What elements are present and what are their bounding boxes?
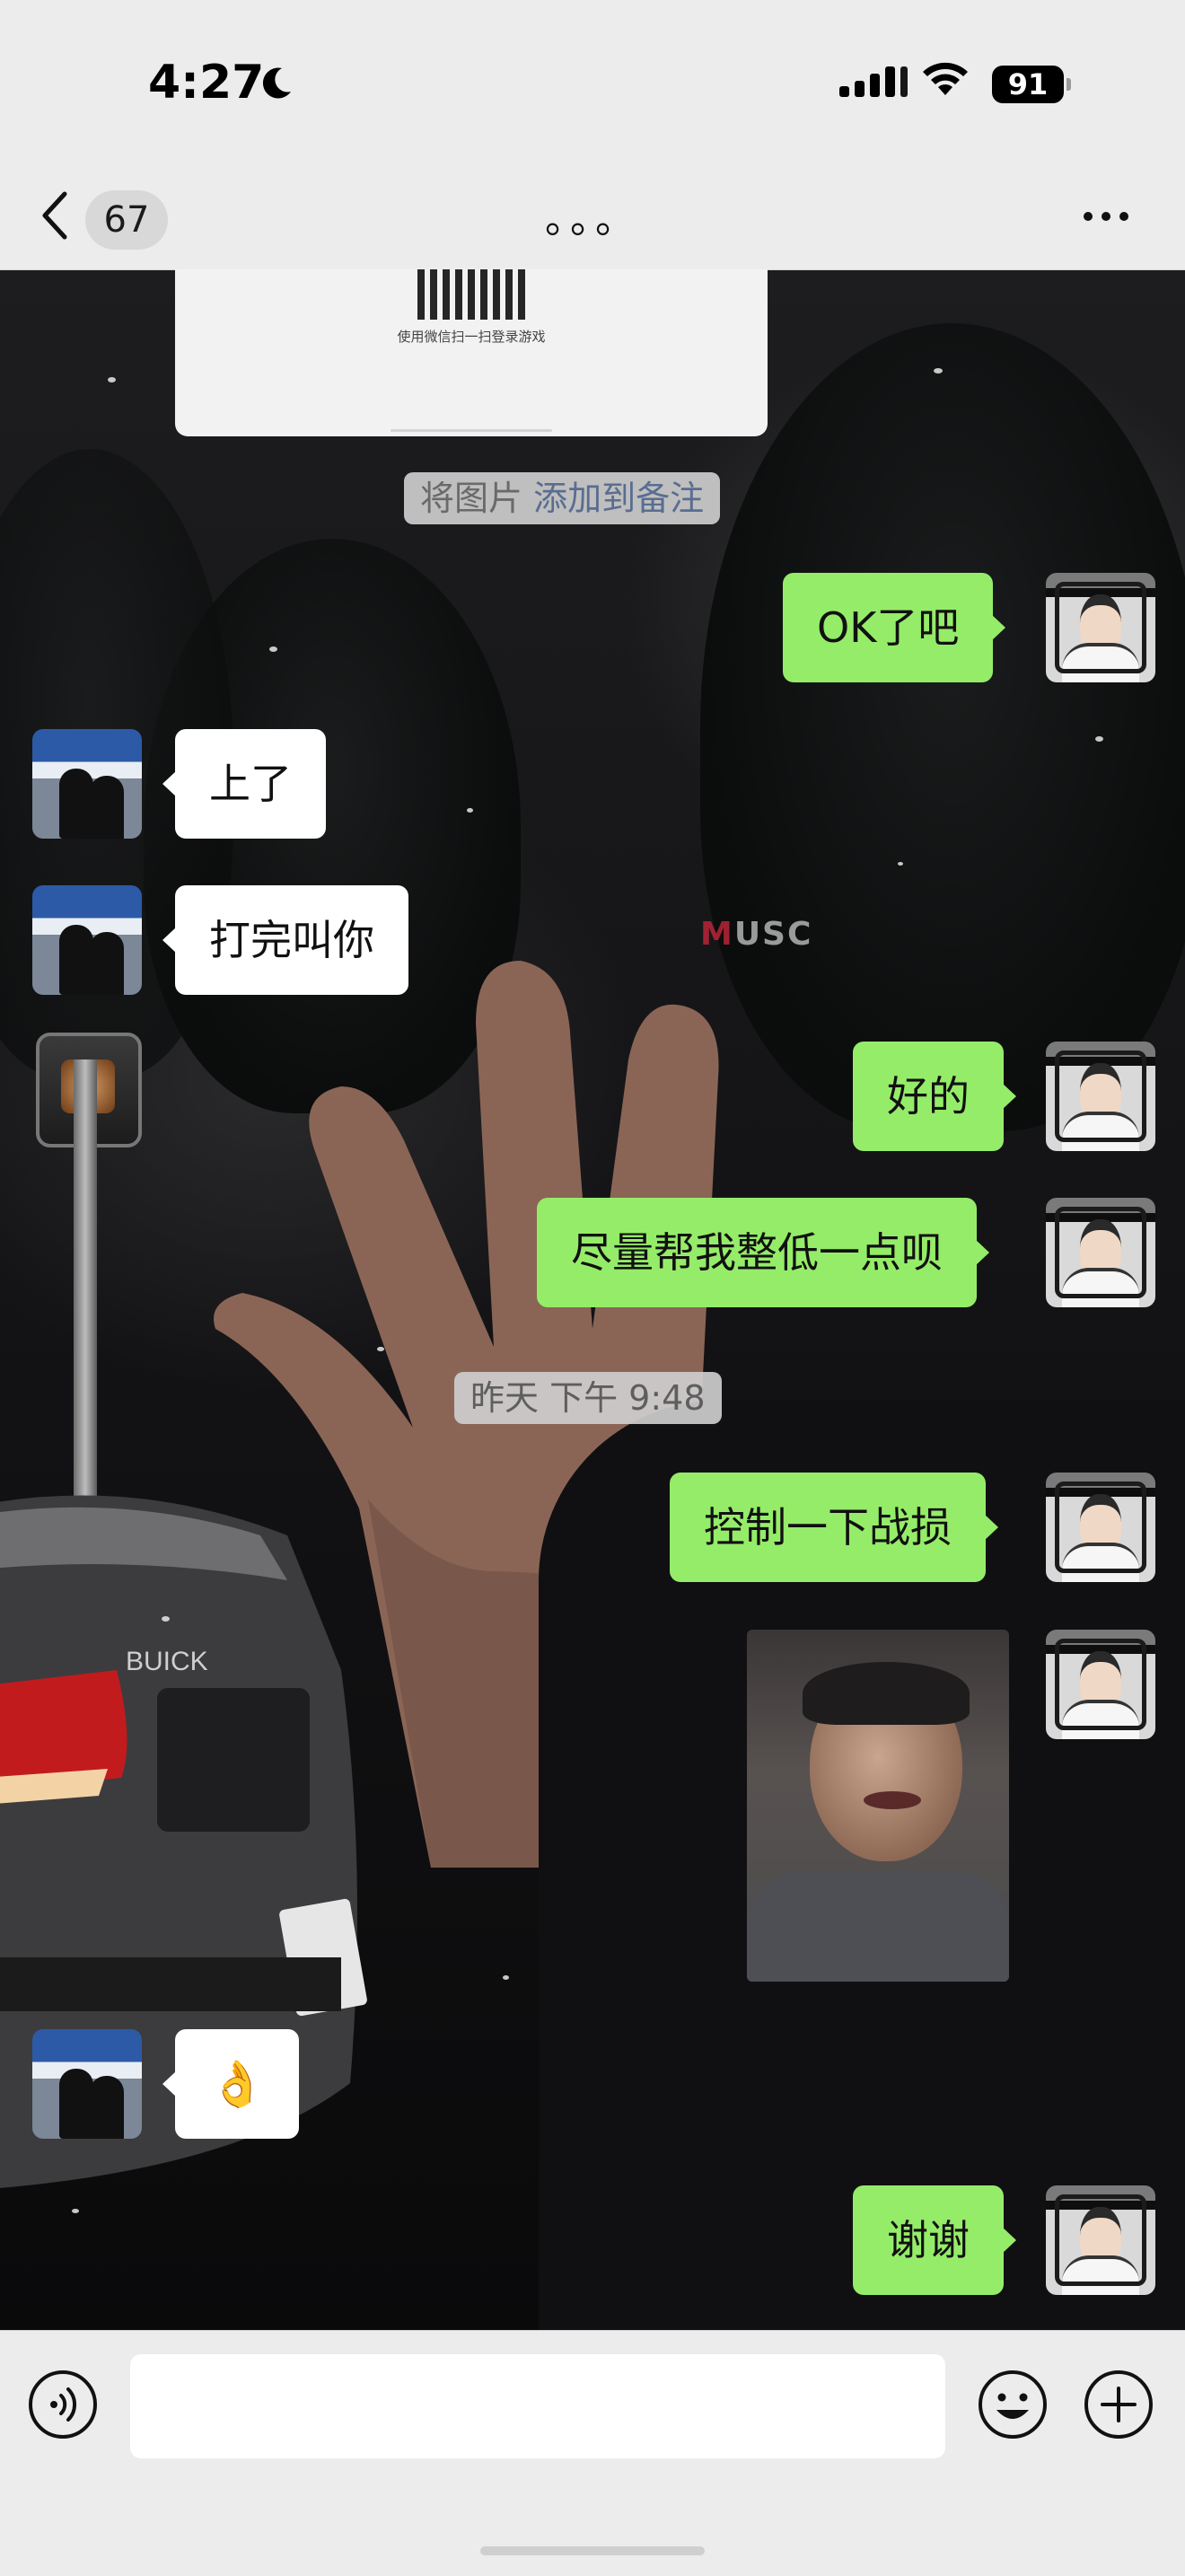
message-bubble-outgoing[interactable]: 好的 [853, 1042, 1016, 1151]
snowflake [269, 646, 277, 652]
my-avatar[interactable] [1046, 1630, 1155, 1739]
contact-avatar[interactable] [32, 885, 142, 995]
signal-icon [839, 66, 908, 97]
moon-icon [262, 67, 291, 99]
chat-title: 。。。 [545, 197, 640, 242]
snowflake [467, 808, 473, 813]
snowflake [108, 377, 116, 382]
add-to-remark-link[interactable]: 添加到备注 [533, 479, 704, 518]
snowflake [503, 1975, 509, 1980]
back-icon[interactable] [38, 189, 74, 242]
my-avatar[interactable] [1046, 1198, 1155, 1307]
card-caption: 使用微信扫一扫登录游戏 [397, 329, 546, 345]
status-time: 4:27 [148, 56, 265, 110]
snowflake [1095, 736, 1103, 742]
my-avatar[interactable] [1046, 573, 1155, 682]
notice-text: 将图片 [420, 479, 523, 518]
card-divider [391, 429, 552, 432]
my-avatar[interactable] [1046, 1042, 1155, 1151]
my-avatar[interactable] [1046, 1473, 1155, 1582]
message-timestamp: 昨天 下午 9:48 [454, 1372, 722, 1424]
status-bar: 4:27 91 [0, 0, 1185, 171]
contact-avatar[interactable] [32, 729, 142, 839]
qr-code-image [417, 269, 525, 320]
snowflake [162, 1616, 170, 1622]
input-bar [0, 2330, 1185, 2576]
more-icon[interactable] [1077, 203, 1135, 230]
contact-avatar[interactable] [32, 2029, 142, 2139]
snowflake [377, 1347, 384, 1351]
message-bubble-outgoing[interactable]: 尽量帮我整低一点呗 [537, 1198, 989, 1307]
message-bubble-outgoing[interactable]: OK了吧 [783, 573, 1006, 682]
message-bubble-incoming[interactable]: 上了 [162, 729, 326, 839]
my-avatar[interactable] [1046, 2185, 1155, 2295]
nav-bar: 67 。。。 [0, 171, 1185, 270]
battery-icon: 91 [992, 66, 1071, 103]
message-bubble-incoming[interactable]: 👌 [162, 2029, 300, 2139]
message-bubble-outgoing[interactable]: 控制一下战损 [670, 1473, 998, 1582]
snowflake [898, 862, 903, 866]
home-indicator [480, 2546, 705, 2555]
snowflake [934, 368, 943, 374]
image-message[interactable] [747, 1630, 1009, 1982]
message-bubble-outgoing[interactable]: 谢谢 [853, 2185, 1016, 2295]
shared-miniprogram-card[interactable]: 使用微信扫一扫登录游戏 [175, 269, 768, 436]
wifi-icon [923, 62, 968, 95]
voice-icon[interactable] [27, 2369, 99, 2440]
plus-icon[interactable] [1083, 2369, 1154, 2440]
unread-count-badge[interactable]: 67 [85, 190, 168, 250]
message-bubble-incoming[interactable]: 打完叫你 [162, 885, 408, 995]
snowflake [72, 2209, 79, 2213]
system-notice: 将图片 添加到备注 [404, 472, 721, 524]
message-input[interactable] [130, 2354, 945, 2458]
svg-text:BUICK: BUICK [126, 1647, 208, 1676]
emoji-icon[interactable] [977, 2369, 1049, 2440]
